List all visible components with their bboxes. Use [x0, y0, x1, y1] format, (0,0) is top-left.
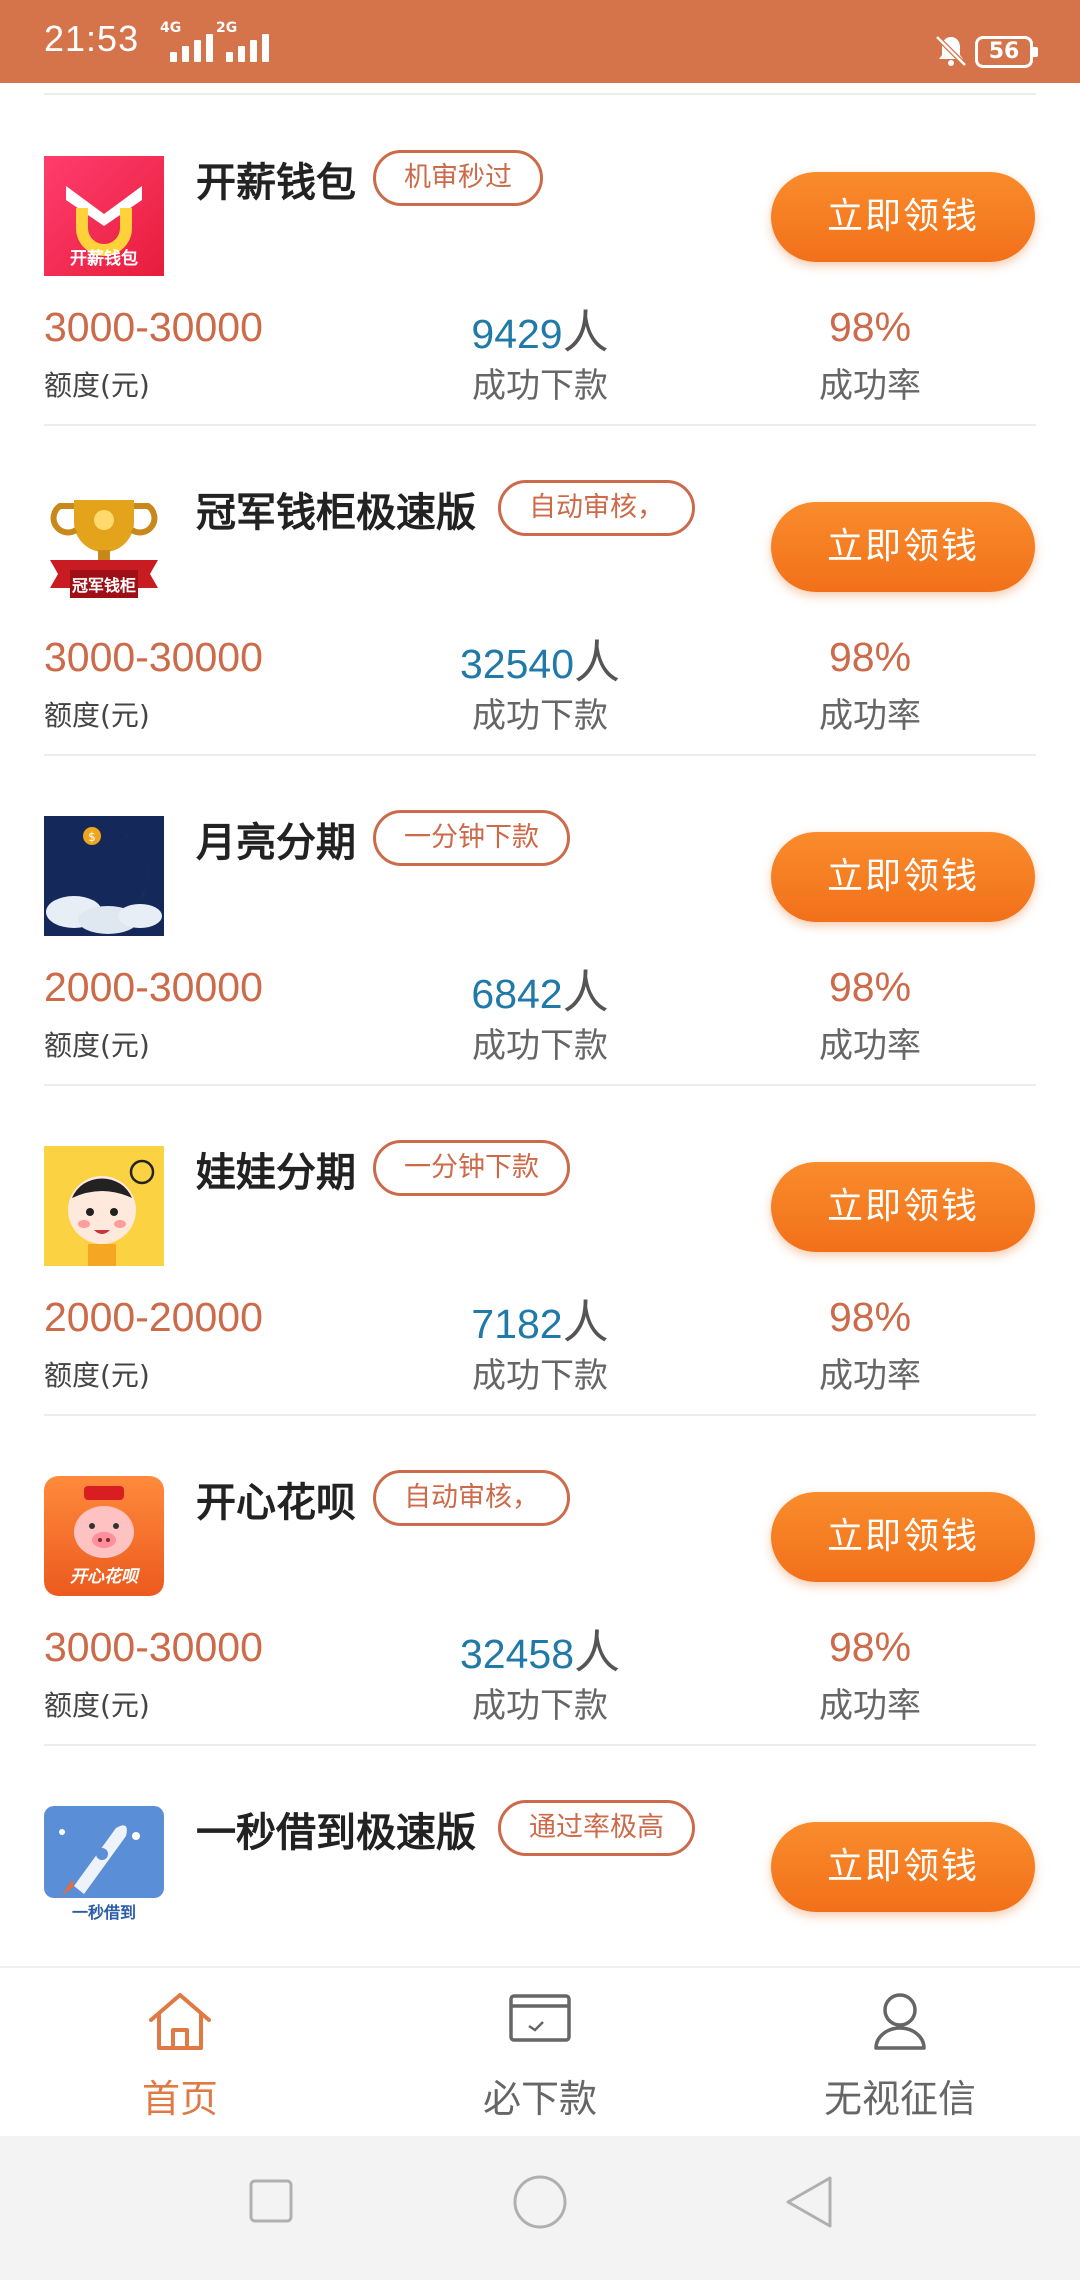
svg-text:$: $ [88, 830, 96, 844]
list-item[interactable]: 开薪钱包 开薪钱包 机审秒过 立即领钱 3000-30000 额度(元) 942… [0, 96, 1080, 426]
success-rate: 98% [828, 1294, 912, 1340]
rate-label: 成功率 [819, 1356, 921, 1396]
count-unit: 人 [574, 1625, 621, 1679]
rate-label: 成功率 [819, 696, 921, 736]
signal-4g-icon: 4G [160, 20, 224, 64]
apply-button[interactable]: 立即领钱 [771, 502, 1035, 592]
list-item[interactable]: $ 月亮分期 一分钟下款 立即领钱 2000-30000 额度(元) 6842人… [0, 756, 1080, 1086]
loan-amount: 3000-30000 [44, 1624, 263, 1670]
count-label: 成功下款 [472, 696, 608, 736]
apply-button[interactable]: 立即领钱 [771, 1822, 1035, 1912]
success-rate: 98% [828, 1624, 912, 1670]
loan-amount: 3000-30000 [44, 304, 263, 350]
success-rate: 98% [828, 304, 912, 350]
logo-text: 开心花呗 [70, 1567, 141, 1587]
rate-label: 成功率 [819, 366, 921, 406]
count-number: 9429 [471, 311, 563, 357]
product-name: 开心花呗 [196, 1480, 356, 1526]
system-nav [0, 2136, 1080, 2280]
back-triangle-icon[interactable] [784, 2174, 834, 2230]
success-count: 7182人 [471, 1286, 608, 1352]
success-count: 9429人 [471, 296, 608, 362]
count-unit: 人 [562, 305, 609, 359]
card-icon [509, 1994, 571, 2042]
wallet-logo-icon[interactable]: 开薪钱包 [44, 156, 164, 276]
battery-icon: 56 [975, 36, 1038, 68]
count-label: 成功下款 [472, 1356, 608, 1396]
rate-label: 成功率 [819, 1026, 921, 1066]
count-number: 32458 [459, 1631, 575, 1677]
list-item[interactable]: 冠军钱柜 冠军钱柜极速版 自动审核， 立即领钱 3000-30000 额度(元)… [0, 426, 1080, 756]
count-label: 成功下款 [472, 1026, 608, 1066]
product-name: 开薪钱包 [196, 160, 356, 206]
rocket-logo-icon[interactable]: 一秒借到 [44, 1806, 164, 1926]
apply-button[interactable]: 立即领钱 [771, 1162, 1035, 1252]
bottom-nav: 首页 必下款 无视征信 [0, 1966, 1080, 2136]
apply-button[interactable]: 立即领钱 [771, 172, 1035, 262]
trophy-logo-icon[interactable]: 冠军钱柜 [44, 486, 164, 606]
count-number: 32540 [459, 641, 575, 687]
count-unit: 人 [562, 965, 609, 1019]
product-tag: 一分钟下款 [373, 810, 570, 866]
amount-label: 额度(元) [44, 1689, 150, 1722]
pig-logo-icon[interactable]: 开心花呗 [44, 1476, 164, 1596]
nav-label: 无视征信 [823, 2077, 976, 2121]
divider [44, 93, 1036, 95]
count-label: 成功下款 [472, 1686, 608, 1726]
signal-2g-icon: 2G [216, 20, 280, 64]
nav-label: 必下款 [482, 2077, 597, 2121]
amount-label: 额度(元) [44, 699, 150, 732]
circle-icon[interactable] [512, 2174, 568, 2230]
loan-amount: 3000-30000 [44, 634, 263, 680]
list-item[interactable]: 娃娃分期 一分钟下款 立即领钱 2000-20000 额度(元) 7182人 成… [0, 1086, 1080, 1416]
logo-text: 开薪钱包 [70, 248, 138, 269]
square-icon[interactable] [248, 2178, 294, 2224]
home-icon [149, 1993, 211, 2050]
amount-label: 额度(元) [44, 369, 150, 402]
product-list[interactable]: 开薪钱包 开薪钱包 机审秒过 立即领钱 3000-30000 额度(元) 942… [0, 96, 1080, 1966]
moon-logo-icon[interactable]: $ [44, 816, 164, 936]
nav-label: 首页 [141, 2077, 218, 2121]
product-tag: 自动审核， [498, 480, 695, 536]
success-count: 32458人 [460, 1616, 620, 1682]
status-time: 21:53 [44, 18, 140, 59]
loan-amount: 2000-30000 [44, 964, 263, 1010]
product-name: 一秒借到极速版 [196, 1810, 476, 1856]
muted-bell-icon [935, 35, 967, 67]
amount-label: 额度(元) [44, 1359, 150, 1392]
list-item[interactable]: 一秒借到 一秒借到极速版 通过率极高 立即领钱 [0, 1746, 1080, 1966]
product-tag: 一分钟下款 [373, 1140, 570, 1196]
count-label: 成功下款 [472, 366, 608, 406]
success-count: 6842人 [471, 956, 608, 1022]
loan-amount: 2000-20000 [44, 1294, 263, 1340]
nav-must-loan[interactable]: 必下款 [390, 1968, 690, 2138]
nav-no-credit[interactable]: 无视征信 [750, 1968, 1050, 2138]
apply-button[interactable]: 立即领钱 [771, 832, 1035, 922]
user-icon [874, 1993, 926, 2050]
status-bar: 21:53 4G 2G 56 [0, 0, 1080, 83]
logo-text: 一秒借到 [72, 1903, 136, 1922]
product-name: 月亮分期 [196, 820, 356, 866]
amount-label: 额度(元) [44, 1029, 150, 1062]
nav-home[interactable]: 首页 [30, 1968, 330, 2138]
product-tag: 通过率极高 [498, 1800, 695, 1856]
count-number: 7182 [471, 1301, 563, 1347]
product-name: 娃娃分期 [196, 1150, 356, 1196]
success-count: 32540人 [460, 626, 620, 692]
baby-logo-icon[interactable] [44, 1146, 164, 1266]
product-name: 冠军钱柜极速版 [196, 490, 476, 536]
product-tag: 机审秒过 [373, 150, 543, 206]
success-rate: 98% [828, 964, 912, 1010]
count-unit: 人 [574, 635, 621, 689]
apply-button[interactable]: 立即领钱 [771, 1492, 1035, 1582]
list-item[interactable]: 开心花呗 开心花呗 自动审核， 立即领钱 3000-30000 额度(元) 32… [0, 1416, 1080, 1746]
logo-text: 冠军钱柜 [72, 576, 136, 595]
product-tag: 自动审核， [373, 1470, 570, 1526]
count-unit: 人 [562, 1295, 609, 1349]
rate-label: 成功率 [819, 1686, 921, 1726]
success-rate: 98% [828, 634, 912, 680]
count-number: 6842 [471, 971, 563, 1017]
